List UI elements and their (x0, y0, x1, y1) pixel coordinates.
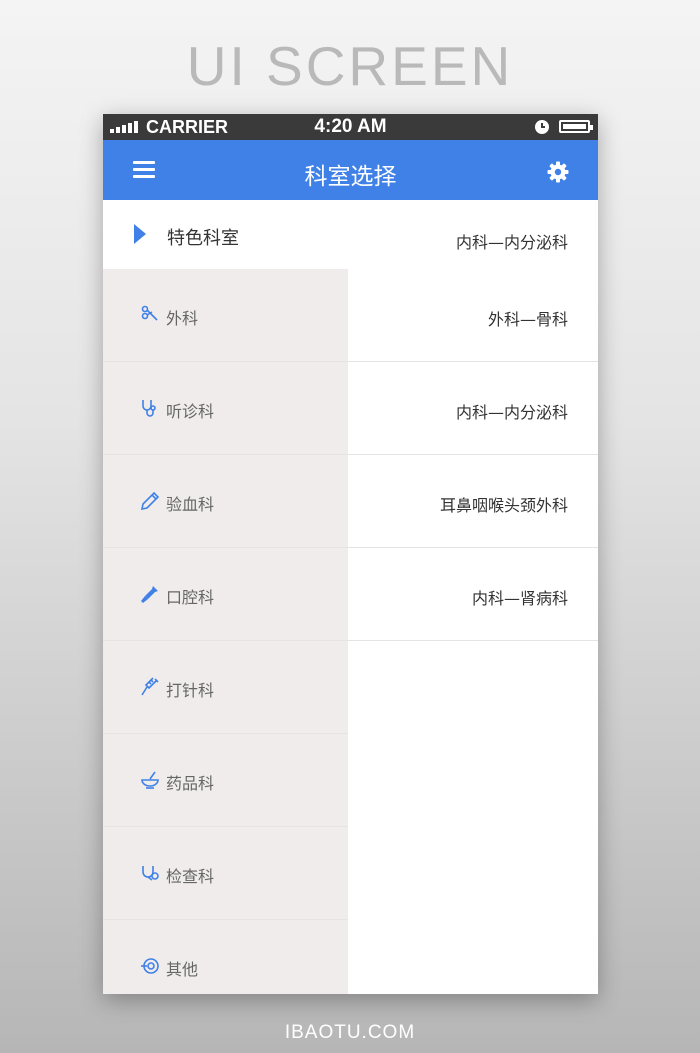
department-item-injection[interactable]: 打针科 (103, 641, 348, 734)
scissors-icon (140, 305, 160, 325)
mortar-icon (140, 770, 160, 790)
sub-department-label: 内科—内分泌科 (455, 403, 568, 422)
dropper-icon (140, 584, 160, 604)
expand-arrow-icon (134, 224, 146, 244)
department-item-surgery[interactable]: 外科 (103, 269, 348, 362)
stethoscope-icon (140, 398, 160, 418)
sub-department-list: 外科—骨科 内科—内分泌科 耳鼻咽喉头颈外科 内科—肾病科 (348, 269, 598, 994)
department-label: 验血科 (166, 495, 215, 514)
sub-department-item[interactable]: 外科—骨科 (348, 269, 598, 362)
department-item-other[interactable]: 其他 (103, 920, 348, 994)
department-item-auscultation[interactable]: 听诊科 (103, 362, 348, 455)
department-label: 打针科 (166, 681, 215, 700)
sub-department-label: 外科—骨科 (487, 310, 568, 329)
department-label: 药品科 (166, 774, 215, 793)
page-heading: UI SCREEN (186, 35, 514, 97)
department-item-examination[interactable]: 检查科 (103, 827, 348, 920)
sub-department-item[interactable]: 内科—内分泌科 (348, 362, 598, 455)
nav-bar: 科室选择 (103, 140, 598, 200)
page-title: 科室选择 (304, 164, 397, 190)
status-time: 4:20 AM (314, 116, 387, 137)
alarm-clock-icon (535, 120, 549, 134)
syringe-icon (140, 677, 160, 697)
department-list: 外科 听诊科 验血科 口腔科 打针科 药品科 检查科 其他 (103, 269, 348, 994)
phone-screen: CARRIER 4:20 AM 科室选择 特色科室 内科—内分泌科 外科 听诊科… (103, 114, 598, 994)
sub-department-item[interactable]: 内科—肾病科 (348, 548, 598, 641)
featured-subtitle: 内科—内分泌科 (455, 233, 568, 252)
department-label: 口腔科 (166, 588, 215, 607)
battery-icon (559, 120, 593, 133)
status-bar: CARRIER 4:20 AM (103, 114, 598, 140)
sub-department-label: 耳鼻咽喉头颈外科 (439, 496, 568, 515)
checkup-icon (140, 863, 160, 883)
department-label: 听诊科 (166, 402, 215, 421)
department-label: 外科 (166, 309, 199, 328)
department-item-blood-test[interactable]: 验血科 (103, 455, 348, 548)
other-icon (140, 956, 160, 976)
sub-department-label: 内科—肾病科 (471, 589, 568, 608)
gear-icon[interactable] (546, 160, 570, 184)
site-footer: IBAOTU.COM (284, 1022, 416, 1043)
featured-departments-row[interactable]: 特色科室 内科—内分泌科 (103, 200, 598, 269)
department-label: 检查科 (166, 867, 215, 886)
pencil-icon (140, 491, 160, 511)
department-label: 其他 (166, 960, 199, 979)
department-item-dental[interactable]: 口腔科 (103, 548, 348, 641)
department-item-pharmacy[interactable]: 药品科 (103, 734, 348, 827)
featured-label: 特色科室 (167, 228, 239, 249)
sub-department-item[interactable]: 耳鼻咽喉头颈外科 (348, 455, 598, 548)
